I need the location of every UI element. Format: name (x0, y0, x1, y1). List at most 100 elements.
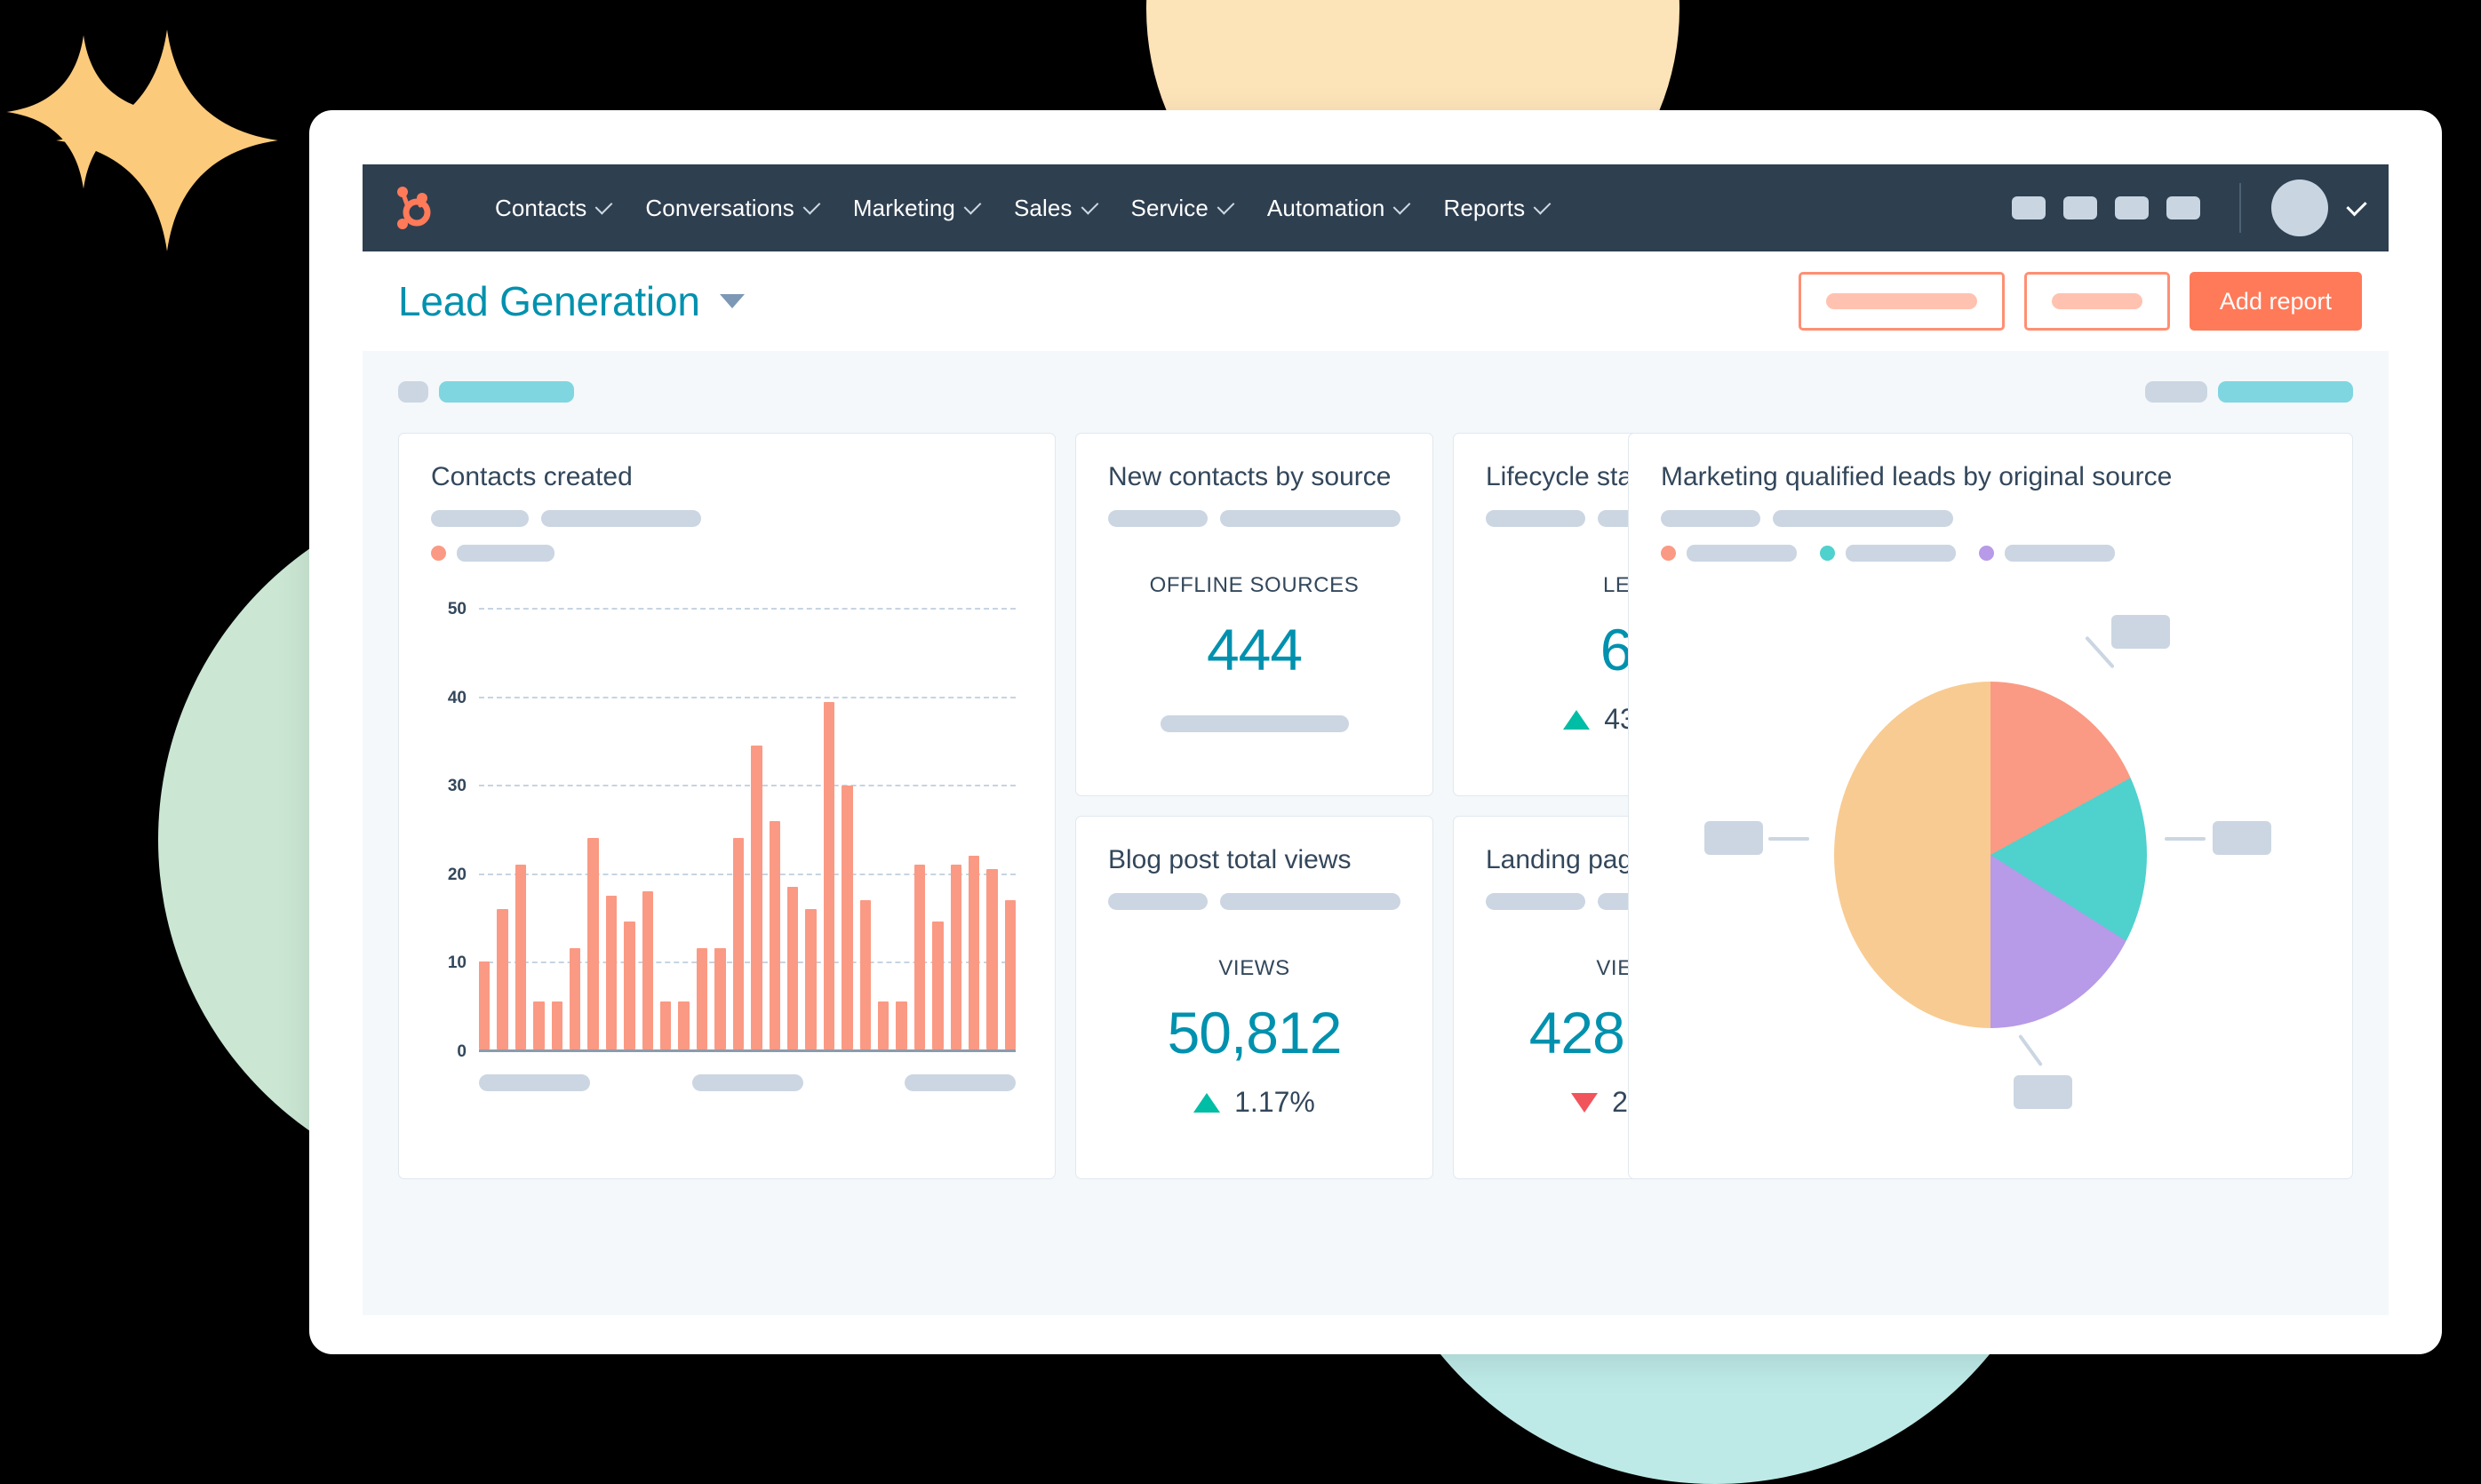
bar[interactable] (751, 746, 762, 1049)
nav-divider (2239, 183, 2241, 233)
bar[interactable] (533, 1001, 545, 1049)
header-ghost-button-2[interactable] (2023, 272, 2170, 331)
placeholder-bar (1108, 510, 1208, 527)
avatar[interactable] (2271, 180, 2328, 236)
bar[interactable] (696, 948, 708, 1049)
filter-pill-grey-left[interactable] (398, 381, 428, 403)
nav-item-reports[interactable]: Reports (1426, 195, 1567, 222)
bar[interactable] (805, 908, 817, 1049)
bar[interactable] (950, 865, 961, 1049)
pie-callout-label-3 (2014, 1075, 2072, 1109)
legend-dot-icon (431, 546, 446, 561)
y-axis-tick-label: 40 (447, 688, 467, 707)
filter-group-right (2145, 381, 2353, 403)
nav-item-contacts[interactable]: Contacts (478, 195, 628, 222)
chevron-down-icon (1393, 196, 1411, 215)
placeholder-bar (1220, 893, 1400, 910)
hubspot-logo-icon[interactable] (389, 183, 439, 233)
nav-action-chip-1[interactable] (2012, 196, 2046, 219)
legend-label-placeholder (457, 545, 554, 562)
nav-item-sales[interactable]: Sales (997, 195, 1114, 222)
leader-line (1768, 837, 1809, 841)
dashboard-body: Contacts created 50 40 30 20 10 0 New co… (363, 351, 2389, 1315)
y-axis-tick-label: 30 (447, 777, 467, 796)
sparkle-icon-large (52, 25, 283, 256)
nav-action-chip-2[interactable] (2063, 196, 2097, 219)
chevron-down-icon (802, 196, 821, 215)
nav-action-chip-4[interactable] (2166, 196, 2200, 219)
nav-item-label: Reports (1443, 194, 1526, 221)
bar[interactable] (968, 856, 980, 1049)
page-title: Lead Generation (398, 278, 700, 324)
triangle-up-icon (1193, 1092, 1221, 1113)
bar[interactable] (786, 886, 799, 1049)
nav-links: Contacts Conversations Marketing Sales S… (478, 195, 1567, 222)
placeholder-bar (431, 510, 529, 527)
placeholder-bar (1773, 510, 1953, 527)
legend-dot-icon (1979, 546, 1994, 561)
card-title: Blog post total views (1108, 845, 1352, 874)
nav-item-label: Conversations (645, 194, 794, 221)
bar[interactable] (515, 865, 527, 1049)
legend-label-placeholder (2005, 545, 2115, 562)
card-title: New contacts by source (1108, 462, 1392, 491)
bar[interactable] (932, 922, 944, 1049)
bar[interactable] (624, 922, 635, 1049)
bar[interactable] (642, 890, 654, 1049)
bar[interactable] (1004, 899, 1017, 1049)
bar[interactable] (769, 820, 780, 1049)
triangle-down-icon (1571, 1092, 1599, 1113)
bar[interactable] (587, 838, 599, 1049)
card-new-contacts-by-source[interactable]: New contacts by source OFFLINE SOURCES 4… (1075, 433, 1433, 796)
bar[interactable] (479, 961, 491, 1049)
placeholder-bar (541, 510, 701, 527)
chevron-down-icon[interactable] (2346, 195, 2367, 216)
placeholder-bar (1160, 715, 1349, 732)
pie-callout-label-1 (2111, 615, 2170, 649)
nav-item-service[interactable]: Service (1114, 195, 1250, 222)
y-axis-tick-label: 20 (447, 865, 467, 884)
card-mql-by-original-source[interactable]: Marketing qualified leads by original so… (1628, 433, 2353, 1179)
page-header: Lead Generation Add report (363, 251, 2389, 351)
dashboard-selector[interactable]: Lead Generation (398, 277, 745, 325)
bar[interactable] (896, 1001, 907, 1049)
bar[interactable] (551, 1001, 563, 1049)
card-subtitle-placeholders (1108, 510, 1400, 527)
bar[interactable] (714, 948, 726, 1049)
bar[interactable] (877, 1001, 889, 1049)
bar[interactable] (678, 1001, 690, 1049)
legend-label-placeholder (1687, 545, 1797, 562)
leader-line (2085, 635, 2115, 669)
bar[interactable] (986, 868, 998, 1049)
filter-pill-teal-left[interactable] (439, 381, 574, 403)
nav-item-marketing[interactable]: Marketing (836, 195, 997, 222)
header-ghost-button-1[interactable] (1798, 272, 2005, 331)
bar[interactable] (570, 948, 581, 1049)
nav-item-automation[interactable]: Automation (1250, 195, 1427, 222)
card-contacts-created[interactable]: Contacts created 50 40 30 20 10 0 (398, 433, 1056, 1179)
bar[interactable] (859, 899, 871, 1049)
placeholder-bar (479, 1074, 590, 1091)
filter-pill-grey-right[interactable] (2145, 381, 2207, 403)
add-report-button[interactable]: Add report (2189, 272, 2362, 331)
nav-item-conversations[interactable]: Conversations (628, 195, 836, 222)
bar[interactable] (823, 701, 835, 1049)
bar[interactable] (842, 785, 853, 1049)
nav-action-chip-3[interactable] (2115, 196, 2149, 219)
bar[interactable] (913, 865, 926, 1049)
kpi-metric-label: OFFLINE SOURCES (1149, 573, 1360, 597)
nav-item-label: Contacts (495, 194, 587, 221)
placeholder-bar (1825, 293, 1977, 309)
dashboard-filter-bar (363, 351, 2389, 433)
card-blog-post-total-views[interactable]: Blog post total views VIEWS 50,812 1.17% (1075, 816, 1433, 1179)
bar[interactable] (605, 895, 618, 1049)
chevron-down-icon (1217, 196, 1235, 215)
filter-pill-teal-right[interactable] (2218, 381, 2353, 403)
legend-label-placeholder (1846, 545, 1956, 562)
bar[interactable] (660, 1001, 672, 1049)
pie-legend (1661, 545, 2320, 562)
pie-callout-label-2 (2213, 821, 2271, 855)
card-title: Contacts created (431, 462, 633, 491)
bar[interactable] (732, 838, 745, 1049)
bar[interactable] (497, 908, 508, 1049)
